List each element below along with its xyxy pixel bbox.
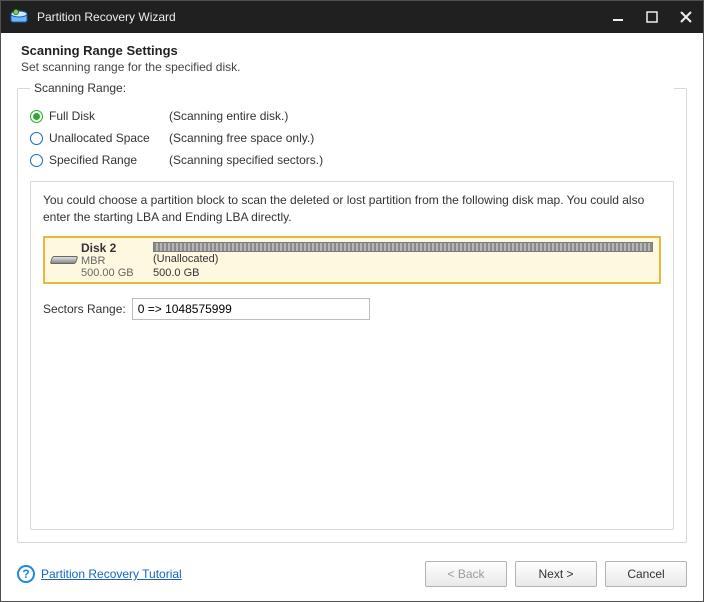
- disk-row[interactable]: Disk 2 MBR 500.00 GB (Unallocated) 500.0…: [43, 236, 661, 284]
- option-specified[interactable]: Specified Range (Scanning specified sect…: [30, 149, 674, 171]
- disk-size: 500.00 GB: [81, 267, 134, 279]
- disk-map-instruction: You could choose a partition block to sc…: [43, 192, 661, 226]
- minimize-button[interactable]: [601, 1, 635, 33]
- page-title: Scanning Range Settings: [21, 43, 683, 58]
- option-label: Unallocated Space: [49, 131, 169, 145]
- disk-map-box: You could choose a partition block to sc…: [30, 181, 674, 530]
- titlebar: Partition Recovery Wizard: [1, 1, 703, 33]
- sectors-range-input[interactable]: [132, 298, 370, 320]
- next-button[interactable]: Next >: [515, 561, 597, 587]
- option-desc: (Scanning specified sectors.): [169, 153, 323, 167]
- radio-unallocated[interactable]: [30, 132, 43, 145]
- partition-label: (Unallocated): [153, 253, 653, 266]
- option-unallocated[interactable]: Unallocated Space (Scanning free space o…: [30, 127, 674, 149]
- partition-block[interactable]: (Unallocated) 500.0 GB: [153, 238, 659, 282]
- partition-size: 500.0 GB: [153, 267, 653, 280]
- disk-name: Disk 2: [81, 241, 134, 255]
- help-link-row: ? Partition Recovery Tutorial: [17, 565, 182, 583]
- page-subtitle: Set scanning range for the specified dis…: [21, 60, 683, 74]
- option-desc: (Scanning entire disk.): [169, 109, 288, 123]
- content: Scanning Range: Full Disk (Scanning enti…: [1, 84, 703, 553]
- disk-icon: [50, 256, 79, 264]
- app-icon: [9, 7, 29, 27]
- option-label: Specified Range: [49, 153, 169, 167]
- radio-specified[interactable]: [30, 154, 43, 167]
- page-header: Scanning Range Settings Set scanning ran…: [1, 33, 703, 84]
- tutorial-link[interactable]: Partition Recovery Tutorial: [41, 567, 182, 581]
- option-full-disk[interactable]: Full Disk (Scanning entire disk.): [30, 105, 674, 127]
- back-button: < Back: [425, 561, 507, 587]
- cancel-button[interactable]: Cancel: [605, 561, 687, 587]
- fieldset-legend: Scanning Range:: [30, 81, 674, 95]
- scanning-range-fieldset: Scanning Range: Full Disk (Scanning enti…: [17, 88, 687, 543]
- window-title: Partition Recovery Wizard: [37, 10, 601, 24]
- help-icon: ?: [17, 565, 35, 583]
- maximize-button[interactable]: [635, 1, 669, 33]
- sectors-range-row: Sectors Range:: [43, 298, 661, 320]
- scan-range-options: Full Disk (Scanning entire disk.) Unallo…: [30, 105, 674, 171]
- disk-info: Disk 2 MBR 500.00 GB: [45, 238, 153, 282]
- footer: ? Partition Recovery Tutorial < Back Nex…: [1, 553, 703, 601]
- option-label: Full Disk: [49, 109, 169, 123]
- close-button[interactable]: [669, 1, 703, 33]
- radio-full-disk[interactable]: [30, 110, 43, 123]
- partition-bar[interactable]: [153, 242, 653, 252]
- sectors-range-label: Sectors Range:: [43, 302, 126, 316]
- button-row: < Back Next > Cancel: [425, 561, 687, 587]
- option-desc: (Scanning free space only.): [169, 131, 314, 145]
- window: Partition Recovery Wizard Scanning Range…: [0, 0, 704, 602]
- disk-scheme: MBR: [81, 255, 134, 267]
